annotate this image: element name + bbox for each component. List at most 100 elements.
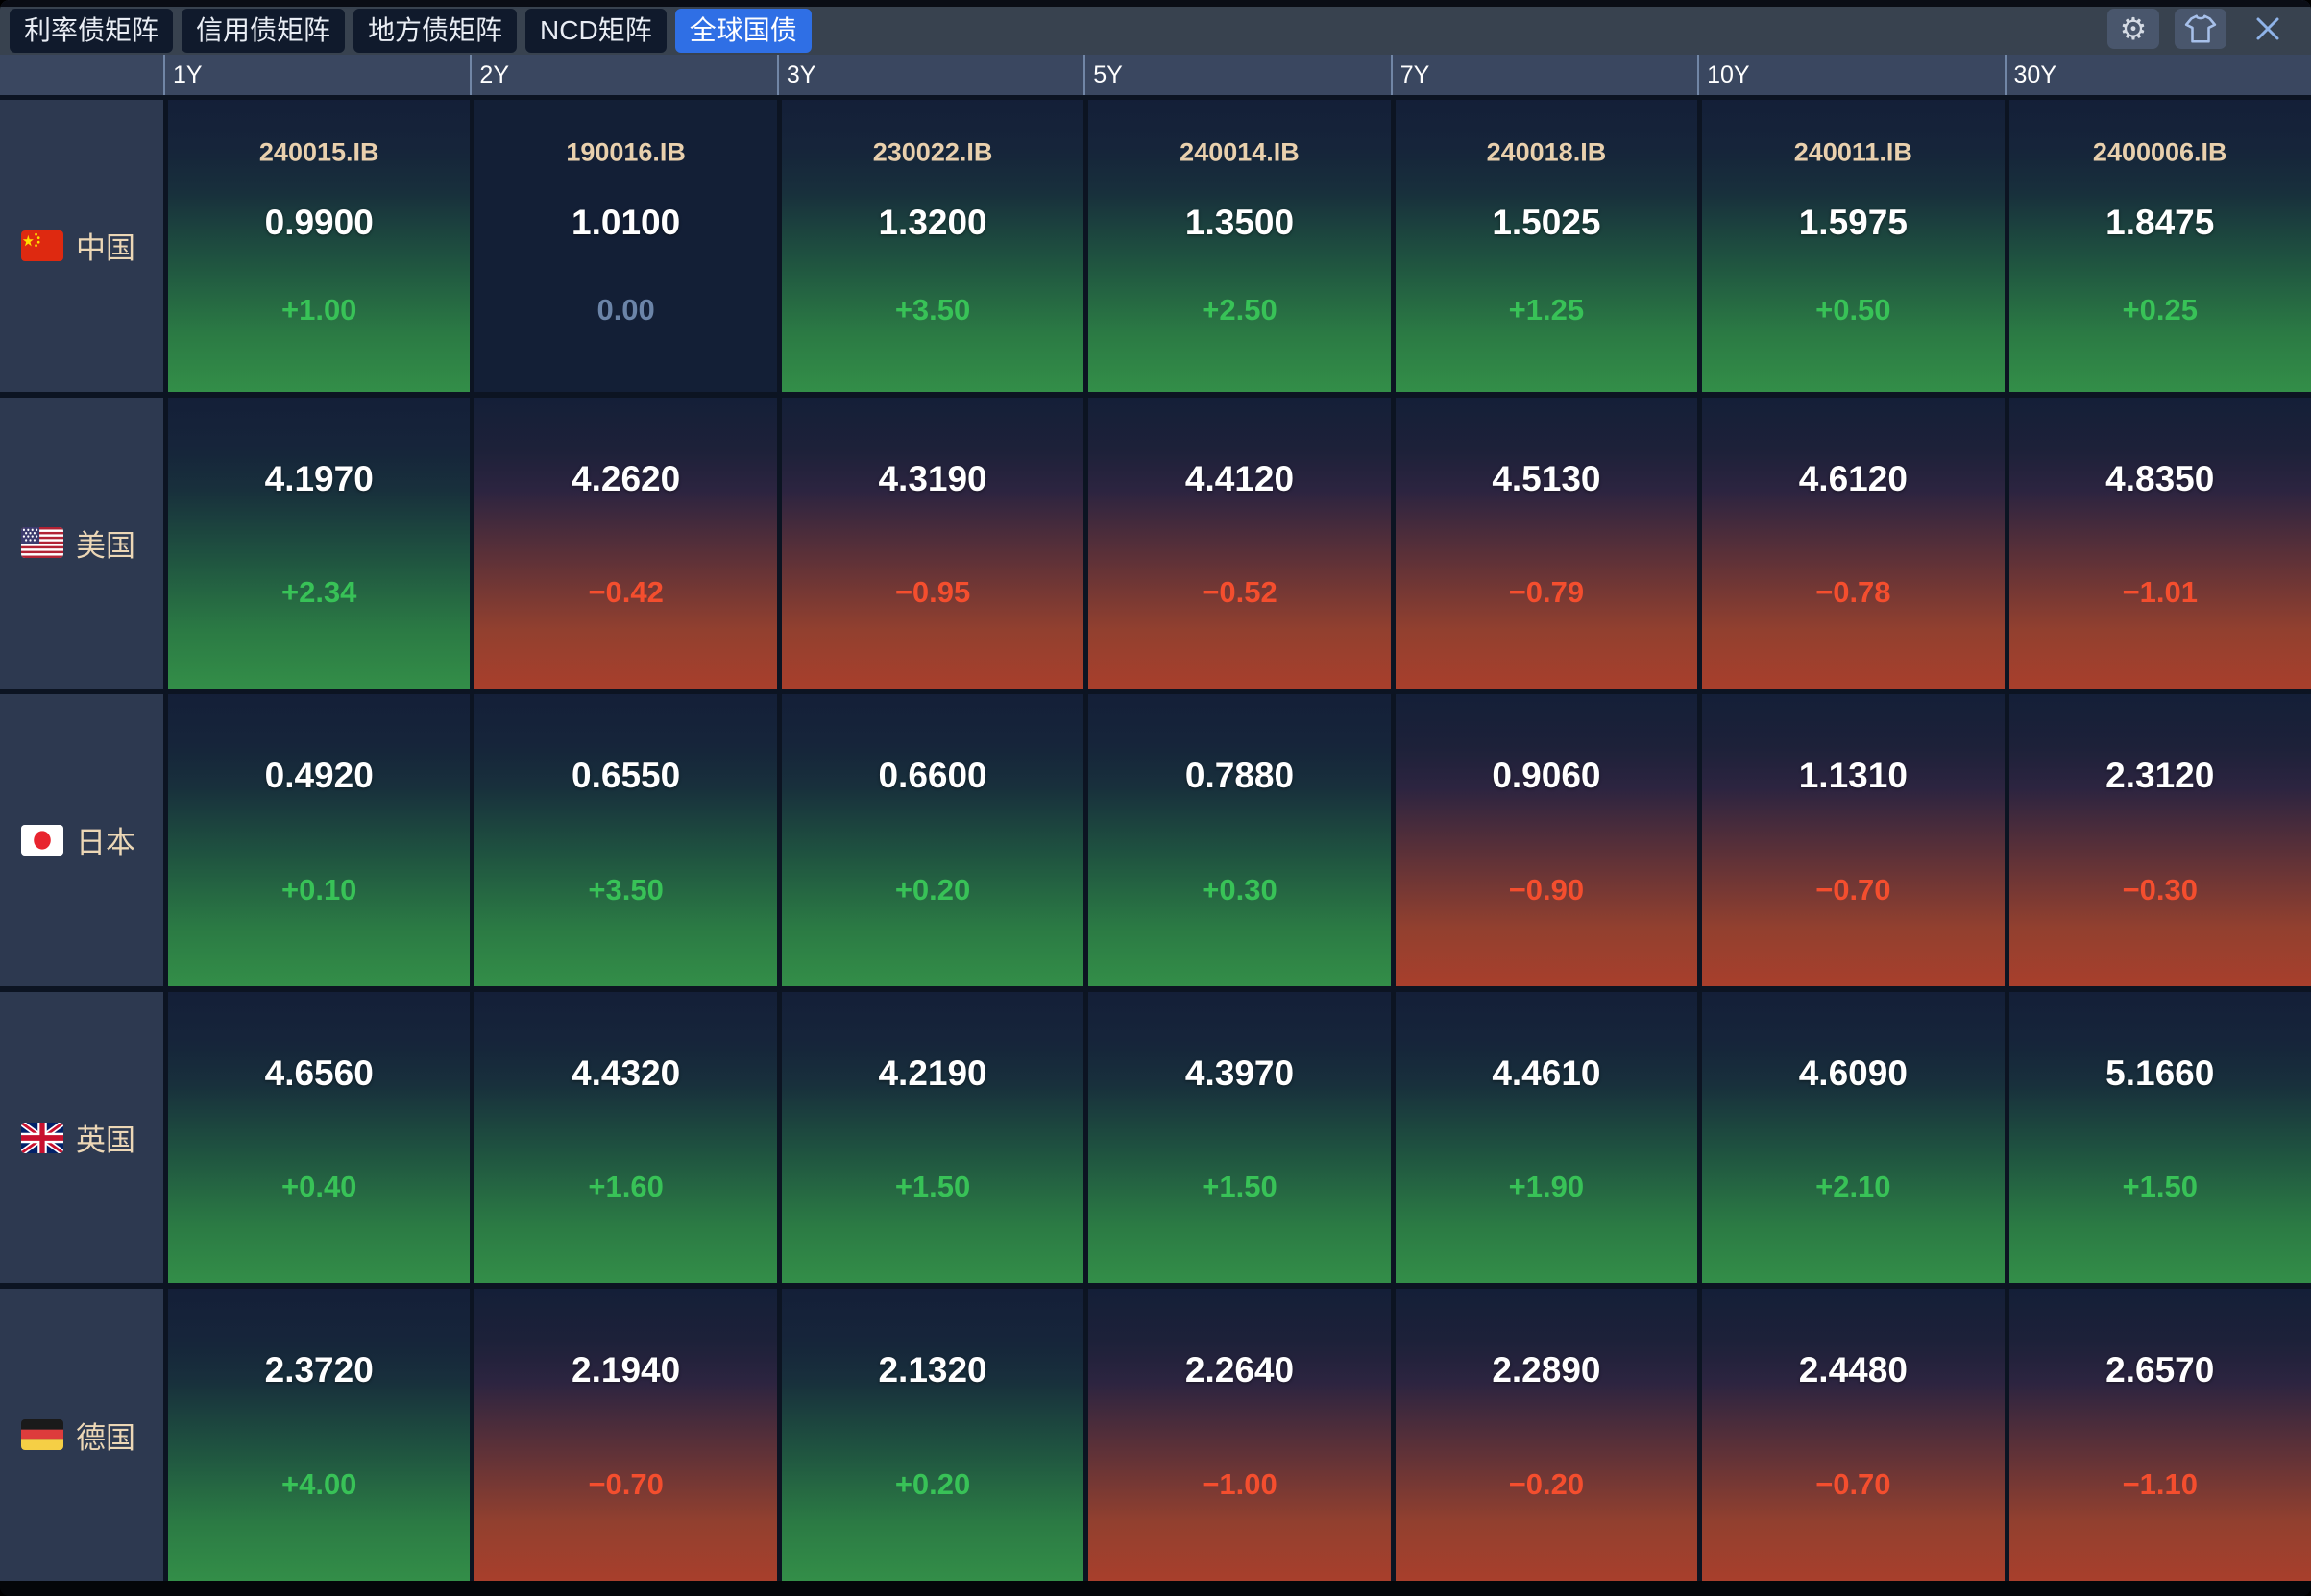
yield-value: 0.6600 [782, 756, 1083, 796]
change-value: +3.50 [782, 293, 1083, 327]
bond-cell[interactable]: 240014.IB1.3500+2.50 [1088, 100, 1390, 392]
yield-value: 4.3970 [1088, 1053, 1390, 1094]
yield-value: 4.5130 [1396, 459, 1697, 499]
settings-button[interactable]: ⚙ [2107, 9, 2159, 49]
yield-value: 5.1660 [2009, 1053, 2311, 1094]
yield-value: 4.2190 [782, 1053, 1083, 1094]
bond-cell[interactable]: 2.3120−0.30 [2009, 694, 2311, 986]
bond-cell[interactable]: 240015.IB0.9900+1.00 [168, 100, 470, 392]
bond-cell[interactable]: 240018.IB1.5025+1.25 [1396, 100, 1697, 392]
tab-local-bond-matrix[interactable]: 地方债矩阵 [353, 9, 517, 53]
country-name: 英国 [76, 1116, 135, 1159]
yield-value: 4.4610 [1396, 1053, 1697, 1094]
yield-value: 4.6090 [1702, 1053, 2004, 1094]
change-value: −0.42 [474, 575, 776, 610]
change-value: 0.00 [474, 293, 776, 327]
close-button[interactable] [2242, 9, 2294, 49]
tshirt-icon [2184, 14, 2217, 43]
bond-cell[interactable]: 4.3970 +1.50 [1088, 992, 1390, 1284]
bond-cell[interactable]: 1.1310−0.70 [1702, 694, 2004, 986]
bond-cell[interactable]: 4.6560+0.40 [168, 992, 470, 1284]
change-value: +0.25 [2009, 293, 2311, 327]
bond-cell[interactable]: 4.4120 −0.52 [1088, 398, 1390, 689]
change-value: +0.20 [782, 873, 1083, 907]
change-value: −1.10 [2009, 1467, 2311, 1502]
flag-cn-icon [21, 230, 63, 261]
bond-cell[interactable]: 4.4610+1.90 [1396, 992, 1697, 1284]
tab-list: 利率债矩阵 信用债矩阵 地方债矩阵 NCD矩阵 全球国债 [10, 9, 812, 53]
change-value: +2.10 [1702, 1170, 2004, 1204]
bond-cell[interactable]: 190016.IB1.01000.00 [474, 100, 776, 392]
bond-cell[interactable]: 240011.IB1.5975+0.50 [1702, 100, 2004, 392]
yield-value: 4.1970 [168, 459, 470, 499]
country-name: 中国 [76, 224, 135, 267]
bond-grid: 中国240015.IB0.9900+1.00190016.IB1.01000.0… [0, 95, 2311, 1581]
column-header-7y: 7Y [1391, 55, 1697, 95]
change-value: +1.60 [474, 1170, 776, 1204]
yield-value: 4.4320 [474, 1053, 776, 1094]
gear-icon: ⚙ [2120, 13, 2148, 44]
yield-value: 1.0100 [474, 203, 776, 243]
bond-cell[interactable]: 4.2190+1.50 [782, 992, 1083, 1284]
tab-rate-bond-matrix[interactable]: 利率债矩阵 [10, 9, 173, 53]
column-header-10y: 10Y [1697, 55, 2004, 95]
bond-cell[interactable]: 4.6090 +2.10 [1702, 992, 2004, 1284]
table-row: 德国2.3720+4.002.1940−0.702.1320+0.202.264… [0, 1289, 2311, 1581]
bond-cell[interactable]: 2.3720+4.00 [168, 1289, 470, 1581]
country-row-label: 日本 [0, 694, 163, 986]
change-value: −0.20 [1396, 1467, 1697, 1502]
change-value: +0.50 [1702, 293, 2004, 327]
yield-value: 2.2640 [1088, 1350, 1390, 1390]
bond-cell[interactable]: 0.9060−0.90 [1396, 694, 1697, 986]
yield-value: 1.3200 [782, 203, 1083, 243]
bond-cell[interactable]: 230022.IB1.3200+3.50 [782, 100, 1083, 392]
yield-value: 1.5025 [1396, 203, 1697, 243]
bond-cell[interactable]: 4.5130−0.79 [1396, 398, 1697, 689]
bottom-edge [0, 1581, 2311, 1596]
column-header-2y: 2Y [470, 55, 776, 95]
bond-code: 240018.IB [1396, 137, 1697, 167]
yield-value: 1.5975 [1702, 203, 2004, 243]
yield-value: 2.3720 [168, 1350, 470, 1390]
bond-cell[interactable]: 4.8350−1.01 [2009, 398, 2311, 689]
bond-cell[interactable]: 4.2620 −0.42 [474, 398, 776, 689]
change-value: −1.00 [1088, 1467, 1390, 1502]
bond-cell[interactable]: 4.6120−0.78 [1702, 398, 2004, 689]
bond-cell[interactable]: 2400006.IB1.8475+0.25 [2009, 100, 2311, 392]
theme-button[interactable] [2175, 9, 2226, 49]
yield-value: 4.4120 [1088, 459, 1390, 499]
change-value: +1.50 [1088, 1170, 1390, 1204]
yield-value: 4.2620 [474, 459, 776, 499]
column-header-1y: 1Y [163, 55, 470, 95]
bond-cell[interactable]: 0.6550+3.50 [474, 694, 776, 986]
country-row-label: 德国 [0, 1289, 163, 1581]
flag-us-icon [21, 527, 63, 558]
tab-ncd-matrix[interactable]: NCD矩阵 [525, 9, 667, 53]
bond-cell[interactable]: 4.4320 +1.60 [474, 992, 776, 1284]
bond-cell[interactable]: 5.1660+1.50 [2009, 992, 2311, 1284]
bond-cell[interactable]: 2.2640 −1.00 [1088, 1289, 1390, 1581]
change-value: +0.10 [168, 873, 470, 907]
bond-cell[interactable]: 4.1970+2.34 [168, 398, 470, 689]
bond-cell[interactable]: 2.6570−1.10 [2009, 1289, 2311, 1581]
yield-value: 4.6560 [168, 1053, 470, 1094]
yield-value: 0.4920 [168, 756, 470, 796]
bond-cell[interactable]: 0.6600 +0.20 [782, 694, 1083, 986]
column-header-5y: 5Y [1083, 55, 1390, 95]
bond-cell[interactable]: 2.2890−0.20 [1396, 1289, 1697, 1581]
bond-cell[interactable]: 0.7880+0.30 [1088, 694, 1390, 986]
bond-cell[interactable]: 2.1320+0.20 [782, 1289, 1083, 1581]
tab-credit-bond-matrix[interactable]: 信用债矩阵 [182, 9, 345, 53]
bond-cell[interactable]: 4.3190−0.95 [782, 398, 1083, 689]
tab-bar: 利率债矩阵 信用债矩阵 地方债矩阵 NCD矩阵 全球国债 ⚙ [0, 0, 2311, 55]
tab-global-treasury[interactable]: 全球国债 [675, 9, 812, 53]
change-value: +0.20 [782, 1467, 1083, 1502]
bond-cell[interactable]: 2.4480−0.70 [1702, 1289, 2004, 1581]
table-row: 美国4.1970+2.344.2620−0.424.3190−0.954.412… [0, 398, 2311, 689]
bond-code: 240015.IB [168, 137, 470, 167]
change-value: −0.52 [1088, 575, 1390, 610]
yield-value: 1.3500 [1088, 203, 1390, 243]
bond-cell[interactable]: 0.4920 +0.10 [168, 694, 470, 986]
yield-value: 0.7880 [1088, 756, 1390, 796]
bond-cell[interactable]: 2.1940−0.70 [474, 1289, 776, 1581]
